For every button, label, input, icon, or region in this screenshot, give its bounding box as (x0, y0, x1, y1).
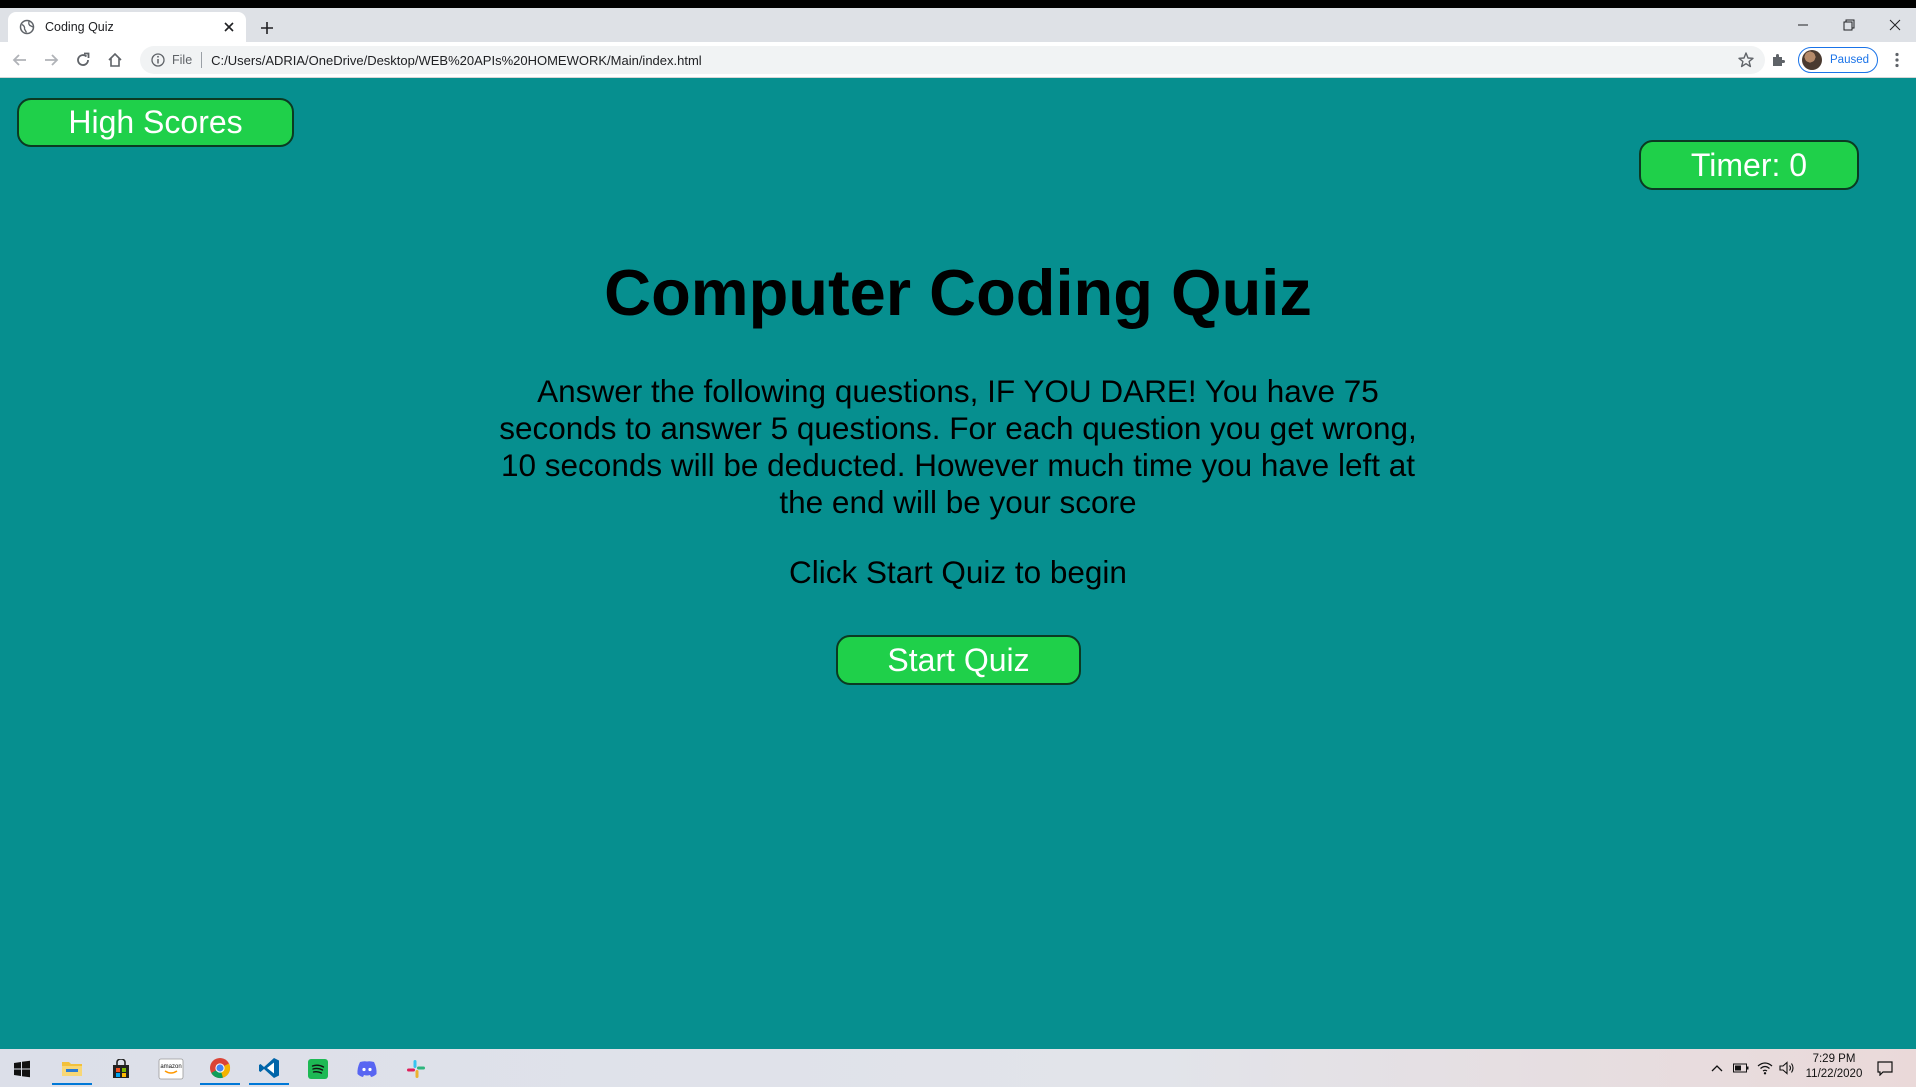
wifi-icon[interactable] (1755, 1058, 1775, 1078)
volume-icon[interactable] (1777, 1058, 1797, 1078)
file-explorer-icon[interactable] (52, 1053, 92, 1085)
address-separator (201, 52, 203, 68)
action-center-icon[interactable] (1874, 1057, 1896, 1079)
back-arrow-icon[interactable] (9, 49, 31, 71)
show-hidden-icons-chevron-icon[interactable] (1708, 1058, 1726, 1078)
vscode-icon[interactable] (249, 1053, 289, 1085)
sync-paused-label: Paused (1830, 54, 1870, 66)
clock-date: 11/22/2020 (1805, 1068, 1863, 1080)
window-top-edge (0, 0, 1916, 8)
timer-display: Timer: 0 (1639, 140, 1859, 190)
quiz-page: High Scores Timer: 0 Computer Coding Qui… (0, 79, 1916, 1049)
battery-icon[interactable] (1731, 1058, 1751, 1078)
slack-icon[interactable] (396, 1053, 436, 1085)
system-clock[interactable]: 7:29 PM 11/22/2020 (1796, 1052, 1872, 1082)
high-scores-button[interactable]: High Scores (17, 98, 294, 147)
browser-toolbar: File C:/Users/ADRIA/OneDrive/Desktop/WEB… (0, 42, 1916, 78)
forward-arrow-icon[interactable] (40, 49, 62, 71)
extensions-puzzle-icon[interactable] (1768, 49, 1790, 71)
minimize-icon[interactable] (1780, 8, 1826, 42)
address-bar[interactable]: File C:/Users/ADRIA/OneDrive/Desktop/WEB… (140, 46, 1765, 74)
restore-icon[interactable] (1826, 8, 1872, 42)
new-tab-icon[interactable] (256, 17, 278, 39)
page-title: Computer Coding Quiz (604, 256, 1312, 329)
start-quiz-button[interactable]: Start Quiz (836, 635, 1081, 685)
windows-start-icon[interactable] (2, 1053, 42, 1085)
tab-bar: Coding Quiz (0, 8, 1916, 42)
chrome-icon[interactable] (200, 1053, 240, 1085)
store-icon[interactable] (101, 1053, 141, 1085)
info-icon[interactable] (150, 52, 166, 68)
windows-taskbar: amazon 7:29 PM 11/22/2020 (0, 1049, 1916, 1087)
discord-icon[interactable] (347, 1053, 387, 1085)
clock-time: 7:29 PM (1812, 1053, 1856, 1065)
tab-title: Coding Quiz (45, 20, 114, 34)
spotify-icon[interactable] (298, 1053, 338, 1085)
more-menu-icon[interactable] (1886, 49, 1908, 71)
amazon-logo-text: amazon (160, 1064, 181, 1070)
bookmark-star-icon[interactable] (1737, 51, 1755, 69)
reload-icon[interactable] (72, 49, 94, 71)
amazon-icon[interactable]: amazon (151, 1053, 191, 1085)
file-scheme-label: File (172, 53, 193, 67)
start-prompt: Click Start Quiz to begin (789, 554, 1127, 590)
close-tab-icon[interactable] (220, 18, 238, 36)
globe-icon (19, 19, 35, 35)
url-text[interactable]: C:/Users/ADRIA/OneDrive/Desktop/WEB%20AP… (211, 53, 702, 68)
avatar (1802, 50, 1822, 70)
profile-button[interactable]: Paused (1798, 47, 1878, 73)
close-window-icon[interactable] (1872, 8, 1916, 42)
quiz-instructions: Answer the following questions, IF YOU D… (499, 373, 1417, 520)
tab-coding-quiz[interactable]: Coding Quiz (8, 12, 246, 42)
home-icon[interactable] (104, 49, 126, 71)
